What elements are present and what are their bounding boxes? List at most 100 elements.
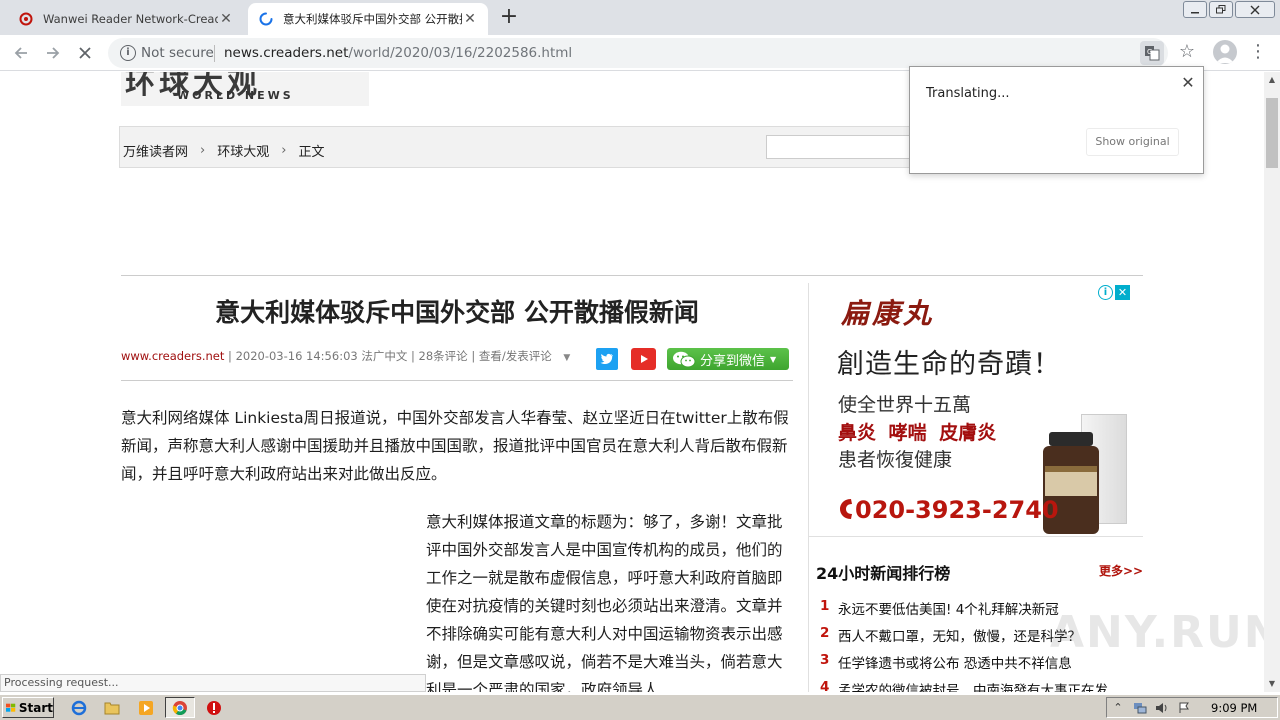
breadcrumb-current: 正文 [298,145,325,160]
translate-status: Translating... [926,86,1010,101]
tab-creaders-home[interactable]: Wanwei Reader Network-Creaders.N ✕ [8,3,244,35]
ranking-link[interactable]: 孟学农的微信被封号，中南海發有大事正在发 [838,679,1108,692]
article-datetime: 2020-03-16 14:56:03 [235,349,358,363]
caret-down-icon[interactable]: ▼ [563,353,570,363]
url-host: news.creaders.net [224,45,349,61]
scroll-up-arrow-icon[interactable]: ▲ [1264,72,1280,88]
taskbar-chrome-button[interactable] [165,697,195,718]
network-icon[interactable] [1129,699,1151,717]
svg-text:G: G [1147,48,1152,56]
chrome-icon [172,700,187,715]
tab-strip: Wanwei Reader Network-Creaders.N ✕ 意大利媒体… [0,0,1280,35]
meta-separator: | [411,349,419,363]
breadcrumb-section-link[interactable]: 环球大观 [217,141,269,160]
article-source[interactable]: www.creaders.net [121,349,224,363]
tray-expand-icon[interactable]: ⌃ [1107,699,1129,717]
tab-title: Wanwei Reader Network-Creaders.N [43,12,218,26]
creaders-favicon-icon [18,11,34,27]
youtube-share-icon[interactable] [631,348,656,370]
security-label: Not secure [141,45,214,61]
scroll-down-arrow-icon[interactable]: ▼ [1264,676,1280,692]
internet-explorer-icon[interactable] [69,698,89,718]
ad-info-icon[interactable]: i [1098,285,1113,300]
sidebar-divider [808,536,1143,537]
ad-choices[interactable]: i ✕ [1098,285,1130,300]
site-info-icon[interactable]: i [120,45,136,61]
folder-icon[interactable] [102,698,122,718]
ranking-link[interactable]: 西人不戴口罩，无知，傲慢，还是科学？ [838,625,1081,645]
chevron-right-icon: › [200,143,206,158]
ranking-title: 24小时新闻排行榜 [816,564,951,583]
tab-title: 意大利媒体驳斥中国外交部 公开散播 [283,12,462,26]
back-button[interactable] [8,40,34,66]
bookmark-star-icon[interactable]: ☆ [1175,40,1199,64]
site-search-input[interactable] [766,135,916,159]
ad-conditions: 鼻炎 哮喘 皮膚炎 [838,422,997,444]
volume-icon[interactable] [1151,699,1173,717]
forward-button[interactable] [40,40,66,66]
profile-avatar-icon[interactable] [1213,40,1237,64]
start-button[interactable]: Start [2,697,54,718]
system-tray: ⌃ 9:09 PM [1106,697,1278,718]
page-scrollbar[interactable]: ▲ ▼ [1264,72,1280,692]
article-title: 意大利媒体驳斥中国外交部 公开散播假新闻 [215,298,699,327]
site-logo[interactable]: 环球大观 WORLD NEWS [121,72,369,106]
content-divider [121,275,1143,276]
comment-link[interactable]: 查看/发表评论 [479,349,552,363]
tab-article[interactable]: 意大利媒体驳斥中国外交部 公开散播 ✕ [248,3,488,35]
ad-text: 使全世界十五萬 [838,394,972,416]
minimize-button[interactable] [1183,1,1207,18]
column-divider [808,283,809,692]
action-center-flag-icon[interactable] [1173,699,1195,717]
article-comment-count[interactable]: 28条评论 [419,349,468,363]
new-tab-button[interactable]: + [497,6,521,30]
article-category: 法广中文 [361,349,408,363]
phone-icon [840,499,852,519]
loading-spinner-icon [258,11,274,27]
wechat-share-button[interactable]: 分享到微信 ▼ [667,348,789,370]
anyrun-watermark: ANY.RUN [1050,607,1264,658]
tab-close-icon[interactable]: ✕ [462,11,478,27]
ranking-number: 4 [820,679,830,692]
ad-headline: 創造生命的奇蹟！ [837,349,1061,380]
twitter-share-icon[interactable] [596,348,618,370]
ad-close-icon[interactable]: ✕ [1115,285,1130,300]
show-original-button[interactable]: Show original [1086,128,1179,156]
breadcrumb-home-link[interactable]: 万维读者网 [123,141,188,160]
meta-separator: | [471,349,479,363]
security-alert-icon[interactable] [204,698,224,718]
article-paragraph: 意大利网络媒体 Linkiesta周日报道说，中国外交部发言人华春莹、赵立坚近日… [121,409,789,483]
sidebar-ad[interactable]: 扁康丸 創造生命的奇蹟！ 使全世界十五萬 鼻炎 哮喘 皮膚炎 患者恢復健康 02… [829,284,1129,534]
scroll-thumb[interactable] [1266,98,1278,168]
stop-loading-button[interactable] [72,40,98,66]
ad-brand: 扁康丸 [841,297,935,330]
browser-menu-icon[interactable]: ⋮ [1248,40,1268,64]
status-bar: Processing request... [0,674,426,692]
close-window-button[interactable] [1235,1,1275,18]
media-player-icon[interactable] [136,698,156,718]
ranking-number: 2 [820,625,830,641]
ranking-number: 1 [820,598,830,614]
wechat-icon [671,350,697,368]
ranking-more-link[interactable]: 更多>> [1099,562,1143,579]
ad-phone-number: 020-3923-2740 [855,496,1059,524]
ranking-number: 3 [820,652,830,668]
ranking-link[interactable]: 任学锋遗书或将公布 恐透中共不祥信息 [838,652,1072,672]
tab-close-icon[interactable]: ✕ [218,11,234,27]
restore-button[interactable] [1209,1,1233,18]
chevron-right-icon: › [281,143,287,158]
ranking-link[interactable]: 永远不要低估美国! 4个礼拜解决新冠 [838,598,1059,618]
ranking-item[interactable]: 4 孟学农的微信被封号，中南海發有大事正在发 [820,679,1140,692]
windows-taskbar: Start ⌃ 9:09 PM [0,694,1280,720]
ad-text: 患者恢復健康 [838,449,953,471]
wechat-share-label: 分享到微信 [700,353,766,369]
close-icon[interactable]: ✕ [1178,73,1198,93]
caret-down-icon: ▼ [770,354,777,364]
watermark-text: ANY.RUN [1050,607,1264,658]
translate-icon[interactable]: G [1140,41,1164,65]
ad-phone: 020-3923-2740 [837,496,1059,524]
article-meta: www.creaders.net | 2020-03-16 14:56:03 法… [121,348,570,364]
url-text[interactable]: news.creaders.net/world/2020/03/16/22025… [224,45,572,61]
address-bar[interactable]: i Not secure news.creaders.net/world/202… [108,38,1168,68]
address-divider [214,45,215,62]
